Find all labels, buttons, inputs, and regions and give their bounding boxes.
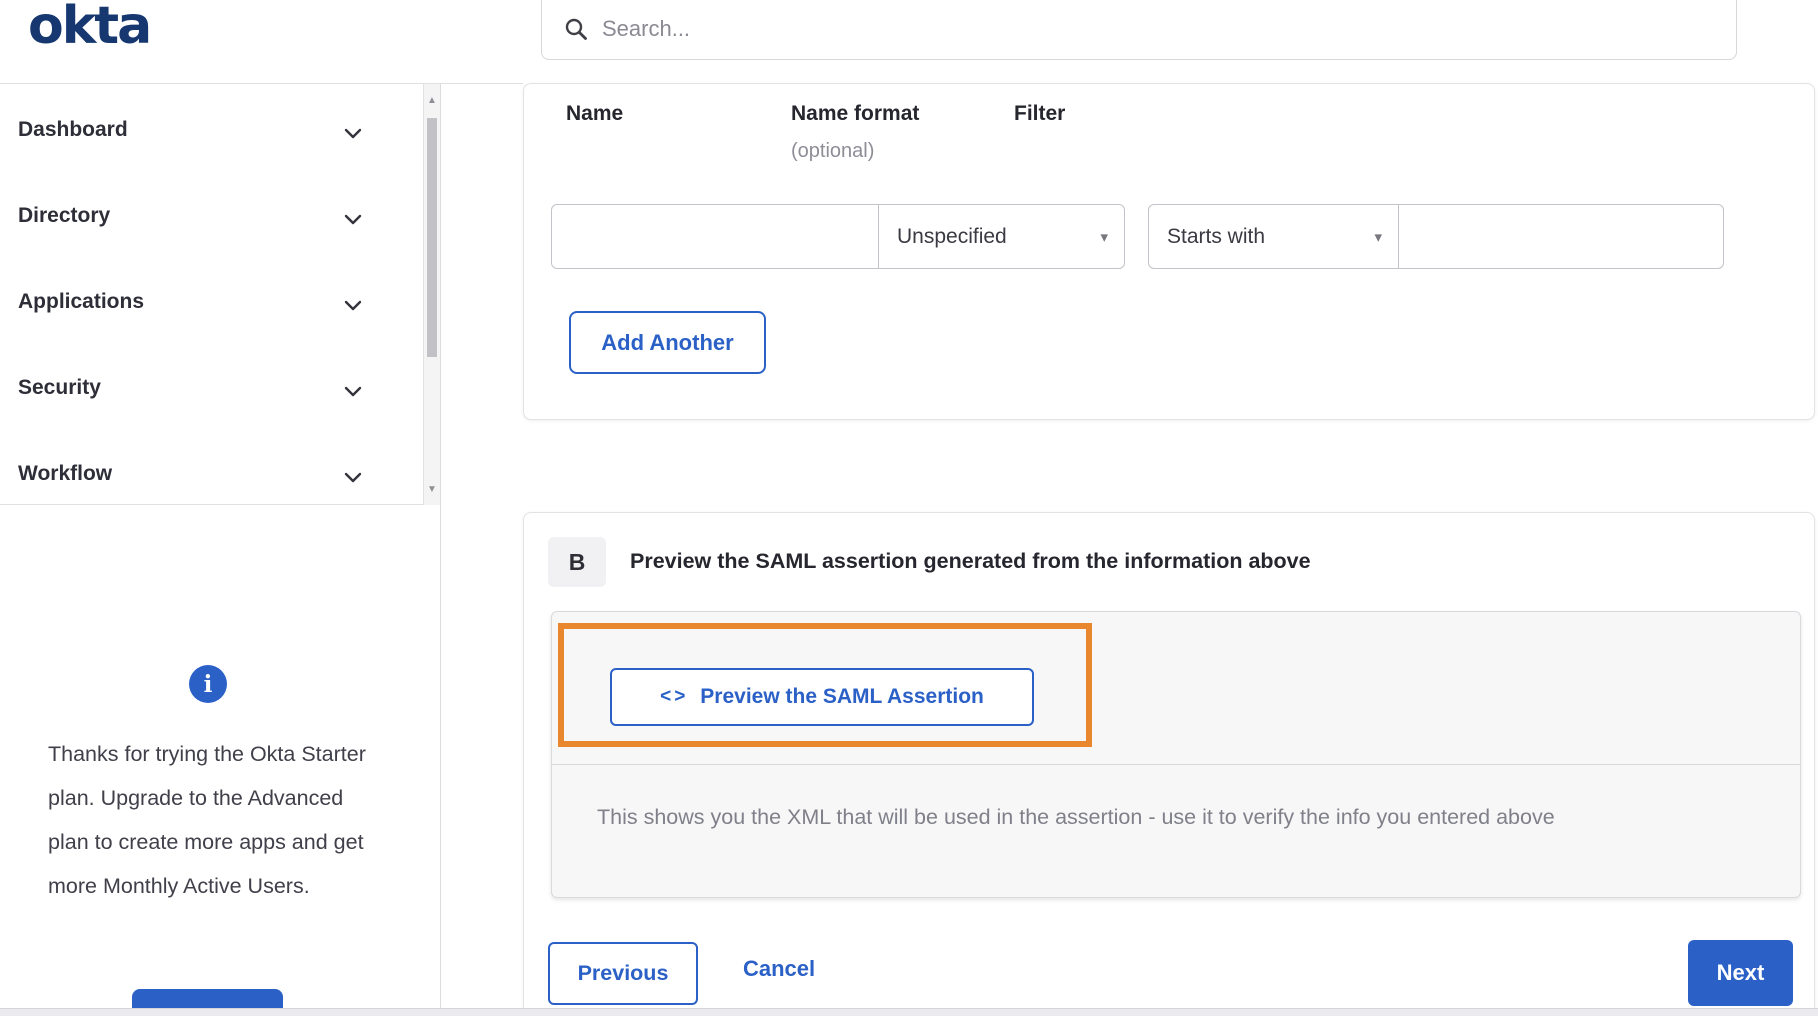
okta-admin-app: okta Dashboard Directory Applicat (0, 0, 1818, 1016)
left-panel: Dashboard Directory Applications Securit… (0, 84, 441, 1016)
sidebar-nav: Dashboard Directory Applications Securit… (0, 84, 440, 505)
scrollbar-thumb[interactable] (427, 118, 437, 357)
dropdown-arrow-icon: ▾ (1100, 228, 1108, 246)
section-b-title: Preview the SAML assertion generated fro… (630, 549, 1311, 573)
cancel-link[interactable]: Cancel (743, 956, 815, 982)
scroll-up-icon[interactable]: ▲ (424, 90, 440, 112)
name-format-select[interactable]: Unspecified ▾ (878, 204, 1125, 269)
sidebar-item-label: Directory (18, 204, 111, 227)
sidebar-item-applications[interactable]: Applications (0, 282, 420, 326)
filter-column-label: Filter (1014, 102, 1066, 125)
global-search[interactable] (541, 0, 1737, 60)
add-another-button[interactable]: Add Another (569, 311, 766, 374)
sidebar-scrollbar[interactable]: ▲ ▼ (423, 84, 440, 505)
info-icon: i (189, 665, 227, 703)
search-icon (565, 18, 587, 40)
chevron-down-icon (344, 298, 362, 316)
preview-hint-text: This shows you the XML that will be used… (597, 805, 1555, 829)
chevron-down-icon (344, 126, 362, 144)
preview-saml-assertion-button[interactable]: <> Preview the SAML Assertion (610, 668, 1034, 726)
name-column-label: Name (566, 102, 624, 125)
filter-operator-select[interactable]: Starts with ▾ (1148, 204, 1399, 269)
filter-operator-selected-value: Starts with (1167, 224, 1266, 248)
name-format-optional-hint: (optional) (791, 140, 875, 162)
chevron-down-icon (344, 470, 362, 488)
chevron-down-icon (344, 212, 362, 230)
name-format-column-label: Name format (791, 102, 920, 125)
sidebar-item-label: Dashboard (18, 118, 128, 141)
preview-saml-assertion-label: Preview the SAML Assertion (700, 685, 984, 708)
attribute-statements-card: Name Name format (optional) Filter Unspe… (523, 83, 1815, 420)
plan-notice-text: Thanks for trying the Okta Starter plan.… (48, 742, 366, 898)
search-input[interactable] (602, 16, 1602, 42)
sidebar-item-dashboard[interactable]: Dashboard (0, 110, 420, 154)
sidebar-item-label: Applications (18, 290, 145, 313)
attribute-name-input[interactable] (551, 204, 879, 269)
sidebar-item-security[interactable]: Security (0, 368, 420, 412)
dropdown-arrow-icon: ▾ (1374, 228, 1382, 246)
annotation-highlight-box: <> Preview the SAML Assertion (558, 623, 1092, 747)
preview-container: <> Preview the SAML Assertion This shows… (551, 611, 1801, 898)
name-format-selected-value: Unspecified (897, 224, 1007, 248)
sidebar-item-label: Workflow (18, 462, 113, 485)
okta-logo: okta (28, 0, 152, 56)
bottom-edge-strip (0, 1008, 1818, 1016)
preview-button-area: <> Preview the SAML Assertion (552, 612, 1800, 765)
code-icon: <> (660, 686, 689, 707)
saml-preview-card: B Preview the SAML assertion generated f… (523, 512, 1815, 1016)
scroll-down-icon[interactable]: ▼ (424, 479, 440, 501)
section-b-badge: B (548, 537, 606, 587)
sidebar-item-workflow[interactable]: Workflow (0, 454, 420, 498)
chevron-down-icon (344, 384, 362, 402)
filter-value-input[interactable] (1398, 204, 1724, 269)
sidebar-item-label: Security (18, 376, 101, 399)
sidebar-item-directory[interactable]: Directory (0, 196, 420, 240)
previous-button[interactable]: Previous (548, 942, 698, 1005)
next-button[interactable]: Next (1688, 940, 1793, 1006)
